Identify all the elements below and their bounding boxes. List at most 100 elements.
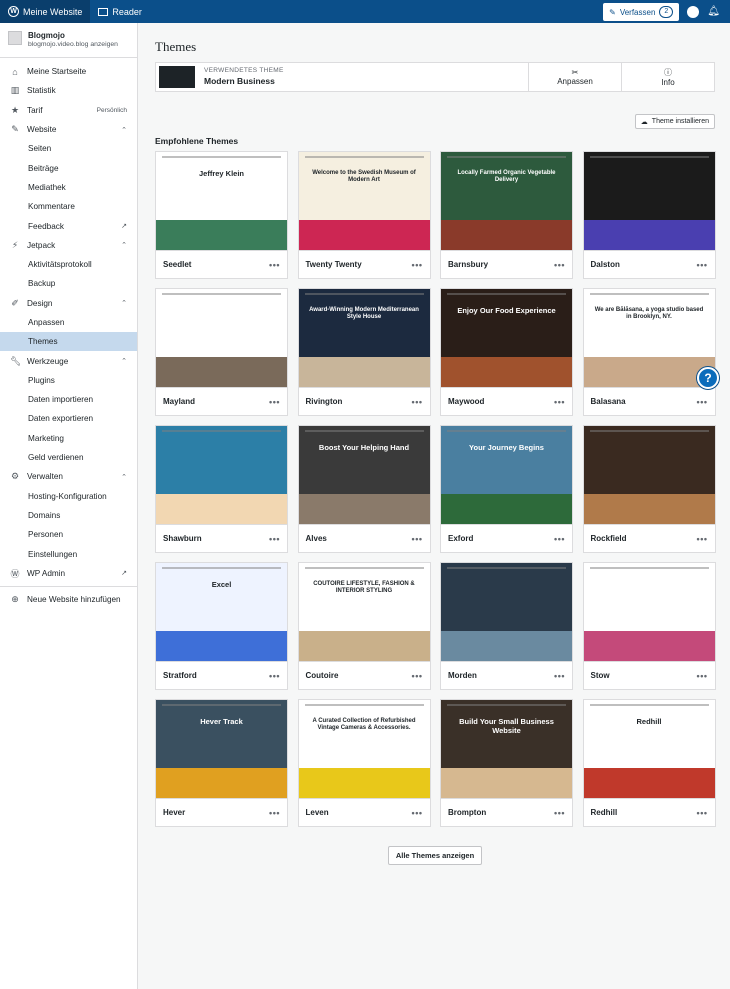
more-options-icon[interactable]: ••• [412,534,423,544]
avatar-icon[interactable] [687,5,700,18]
nav-manage[interactable]: ⚙ Verwalten ⌃ [0,467,137,486]
site-header[interactable]: Blogmojo blogmojo.video.blog anzeigen [0,23,137,58]
more-options-icon[interactable]: ••• [697,260,708,270]
more-options-icon[interactable]: ••• [412,260,423,270]
theme-card-twenty-twenty[interactable]: Welcome to the Swedish Museum of Modern … [297,151,431,279]
theme-thumbnail[interactable]: We are Bālāsana, a yoga studio based in … [583,289,715,388]
customize-button[interactable]: ✂ Anpassen [528,63,621,91]
nav-feedback[interactable]: Feedback ↗ [0,216,137,235]
theme-card-maywood[interactable]: Enjoy Our Food Experience Maywood ••• [440,288,573,416]
nav-earn[interactable]: Geld verdienen [0,448,137,467]
nav-pages[interactable]: Seiten [0,139,137,158]
theme-card-stow[interactable]: Stow ••• [582,562,716,690]
theme-thumbnail[interactable]: Boost Your Helping Hand [298,426,430,525]
theme-thumbnail[interactable] [583,152,715,251]
more-options-icon[interactable]: ••• [269,260,280,270]
theme-card-seedlet[interactable]: Jeffrey Klein Seedlet ••• [155,151,288,279]
theme-thumbnail[interactable]: Welcome to the Swedish Museum of Modern … [298,152,430,251]
theme-thumbnail[interactable]: Your Journey Begins [441,426,572,525]
more-options-icon[interactable]: ••• [412,808,423,818]
write-button[interactable]: ✎ Verfassen 2 [603,3,680,21]
theme-card-shawburn[interactable]: Shawburn ••• [155,425,288,553]
more-options-icon[interactable]: ••• [412,397,423,407]
nav-settings[interactable]: Einstellungen [0,544,137,563]
theme-card-rivington[interactable]: Award-Winning Modern Mediterranean Style… [297,288,431,416]
theme-thumbnail[interactable]: Locally Farmed Organic Vegetable Deliver… [441,152,572,251]
my-site-button[interactable]: W Meine Website [0,0,91,23]
theme-thumbnail[interactable]: A Curated Collection of Refurbished Vint… [298,700,430,799]
nav-import[interactable]: Daten importieren [0,390,137,409]
more-options-icon[interactable]: ••• [554,260,565,270]
more-options-icon[interactable]: ••• [269,534,280,544]
nav-people[interactable]: Personen [0,525,137,544]
reader-button[interactable]: Reader [90,0,150,23]
nav-plugins[interactable]: Plugins [0,371,137,390]
nav-wp-admin[interactable]: Ⓦ WP Admin ↗ [0,564,137,583]
nav-comments[interactable]: Kommentare [0,197,137,216]
more-options-icon[interactable]: ••• [697,534,708,544]
more-options-icon[interactable]: ••• [554,397,565,407]
theme-thumbnail[interactable]: Jeffrey Klein [156,152,287,251]
more-options-icon[interactable]: ••• [697,671,708,681]
nav-add-site[interactable]: ⊕ Neue Website hinzufügen [0,590,137,609]
theme-card-morden[interactable]: Morden ••• [440,562,573,690]
theme-thumbnail[interactable]: Build Your Small Business Website [441,700,572,799]
theme-thumbnail[interactable]: Award-Winning Modern Mediterranean Style… [298,289,430,388]
nav-hosting[interactable]: Hosting-Konfiguration [0,487,137,506]
nav-themes[interactable]: Themes [0,332,137,352]
notifications-icon[interactable]: 🔔︎ [707,6,720,17]
theme-card-dalston[interactable]: Dalston ••• [582,151,716,279]
theme-card-leven[interactable]: A Curated Collection of Refurbished Vint… [297,699,431,827]
theme-thumbnail[interactable] [441,563,572,662]
more-options-icon[interactable]: ••• [269,808,280,818]
more-options-icon[interactable]: ••• [554,671,565,681]
nav-customize[interactable]: Anpassen [0,313,137,332]
more-options-icon[interactable]: ••• [554,534,565,544]
nav-export[interactable]: Daten exportieren [0,409,137,428]
theme-thumbnail[interactable]: Enjoy Our Food Experience [441,289,572,388]
theme-card-mayland[interactable]: Mayland ••• [155,288,288,416]
theme-card-barnsbury[interactable]: Locally Farmed Organic Vegetable Deliver… [440,151,573,279]
current-theme-thumbnail[interactable] [159,66,195,88]
nav-jetpack[interactable]: ⚡ Jetpack ⌃ [0,236,137,255]
theme-thumbnail[interactable]: Redhill [583,700,715,799]
theme-card-hever[interactable]: Hever Track Hever ••• [155,699,288,827]
theme-card-exford[interactable]: Your Journey Begins Exford ••• [440,425,573,553]
nav-home[interactable]: ⌂ Meine Startseite [0,62,137,81]
nav-design[interactable]: ✐ Design ⌃ [0,294,137,313]
nav-posts[interactable]: Beiträge [0,158,137,177]
nav-domains[interactable]: Domains [0,506,137,525]
theme-card-redhill[interactable]: Redhill Redhill ••• [582,699,716,827]
theme-thumbnail[interactable]: Excel [156,563,287,662]
theme-card-brompton[interactable]: Build Your Small Business Website Brompto… [440,699,573,827]
nav-stats[interactable]: ▥ Statistik [0,81,137,100]
all-themes-button[interactable]: Alle Themes anzeigen [387,845,483,865]
nav-activity[interactable]: Aktivitätsprotokoll [0,255,137,274]
theme-card-balasana[interactable]: We are Bālāsana, a yoga studio based in … [582,288,716,416]
theme-thumbnail[interactable] [156,289,287,388]
more-options-icon[interactable]: ••• [697,808,708,818]
install-theme-button[interactable]: ☁ Theme installieren [634,114,715,129]
theme-card-stratford[interactable]: Excel Stratford ••• [155,562,288,690]
nav-backup[interactable]: Backup [0,274,137,293]
info-button[interactable]: ⓘ Info [621,63,714,91]
nav-website[interactable]: ✎ Website ⌃ [0,120,137,139]
more-options-icon[interactable]: ••• [697,397,708,407]
help-button[interactable]: ? [697,367,719,389]
nav-media[interactable]: Mediathek [0,178,137,197]
nav-tools[interactable]: 🔧︎ Werkzeuge ⌃ [0,351,137,370]
nav-marketing[interactable]: Marketing [0,429,137,448]
theme-thumbnail[interactable] [583,563,715,662]
more-options-icon[interactable]: ••• [412,671,423,681]
theme-thumbnail[interactable] [156,426,287,525]
more-options-icon[interactable]: ••• [269,397,280,407]
theme-thumbnail[interactable]: COUTOIRE LIFESTYLE, FASHION & INTERIOR S… [298,563,430,662]
theme-card-coutoire[interactable]: COUTOIRE LIFESTYLE, FASHION & INTERIOR S… [297,562,431,690]
more-options-icon[interactable]: ••• [554,808,565,818]
theme-card-rockfield[interactable]: Rockfield ••• [582,425,716,553]
theme-thumbnail[interactable]: Hever Track [156,700,287,799]
theme-thumbnail[interactable] [583,426,715,525]
theme-card-alves[interactable]: Boost Your Helping Hand Alves ••• [297,425,431,553]
more-options-icon[interactable]: ••• [269,671,280,681]
nav-plan[interactable]: ★ Tarif Persönlich [0,101,137,120]
